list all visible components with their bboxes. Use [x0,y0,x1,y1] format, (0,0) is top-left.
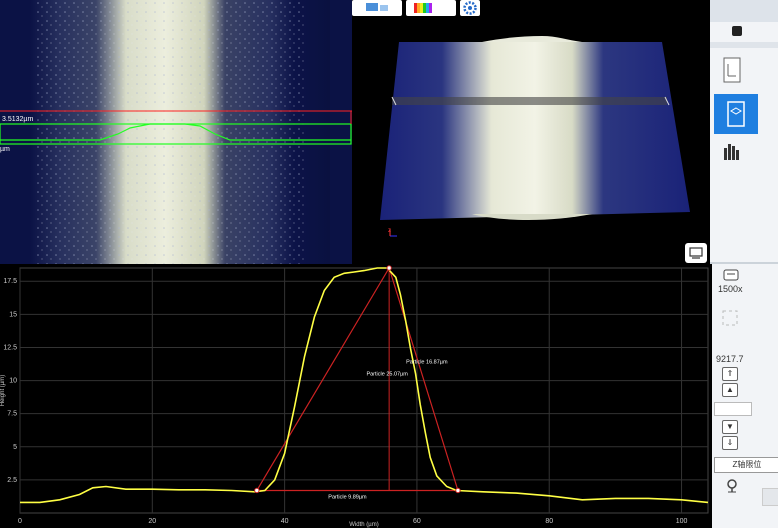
measure-triangle [255,266,459,492]
right-sidebar: 1500x 9217.7 Z轴限位 [710,0,778,528]
z-reset-button[interactable]: Z轴限位 [714,457,778,473]
measure-unit-label: µm [0,146,10,153]
y-tick-label: 10 [9,378,17,385]
z-up-button[interactable]: ▲ [722,383,738,397]
x-tick-label: 60 [413,518,421,525]
crosshair-icon[interactable] [720,308,740,328]
profile-line [20,267,709,504]
plot-area [19,267,709,514]
profile-view-button[interactable] [685,243,707,263]
camera-icon[interactable] [732,26,742,36]
x-axis-label: Width (µm) [349,522,378,528]
x-tick-label: 20 [148,518,156,525]
x-tick-label: 100 [676,518,688,525]
measure-value-label: 3.5132µm [2,116,34,123]
settings-icon[interactable] [460,0,480,16]
objective-lens-icon[interactable] [722,268,740,282]
micrograph-image [0,0,352,264]
3d-measure-button[interactable] [714,94,758,134]
side-panel-toggle[interactable] [762,488,778,506]
y-axis-label: Height (µm) [0,375,6,406]
location-icon[interactable] [724,478,740,494]
annotation-label: Particle 16.87µm [406,359,448,365]
3d-toolbar [352,0,710,17]
document-view-icon[interactable] [714,52,750,88]
measure-point [386,265,392,271]
thumbnail-strip [710,0,778,22]
z-position-value: 9217.7 [716,354,744,364]
z-fast-up-button[interactable]: ⇑ [722,367,738,381]
y-tick-label: 2.5 [7,477,17,484]
measure-point [254,487,260,494]
x-tick-label: 0 [18,518,22,525]
view-mode-icon[interactable] [352,0,402,16]
x-tick-label: 80 [545,518,553,525]
y-tick-label: 7.5 [7,411,17,418]
y-tick-label: 5 [13,444,17,451]
sidebar-divider-2 [710,262,778,264]
sidebar-divider [710,42,778,48]
color-map-icon[interactable] [406,0,456,16]
measure-point [455,487,461,494]
annotation-label: Particle 25.07µm [366,371,408,377]
3d-surface: z [380,36,690,237]
y-tick-label: 17.5 [3,278,17,285]
3d-view[interactable]: z [352,0,710,264]
z-step-input[interactable] [714,402,752,416]
z-down-button[interactable]: ▼ [722,420,738,434]
z-fast-down-button[interactable]: ⇓ [722,436,738,450]
height-profile-chart: 0 20 40 60 80 100 2.5 5 7.5 10 12.5 15 17.5 Width (µm… [0,264,712,528]
zoom-label: 1500x [718,284,743,294]
x-tick-label: 40 [281,518,289,525]
y-tick-label: 12.5 [3,344,17,351]
left-2d-view[interactable]: 3.5132µm µm [0,0,352,264]
histogram-icon[interactable] [714,134,750,170]
y-tick-label: 15 [9,311,17,318]
annotation-label: Particle 9.89µm [328,494,367,500]
